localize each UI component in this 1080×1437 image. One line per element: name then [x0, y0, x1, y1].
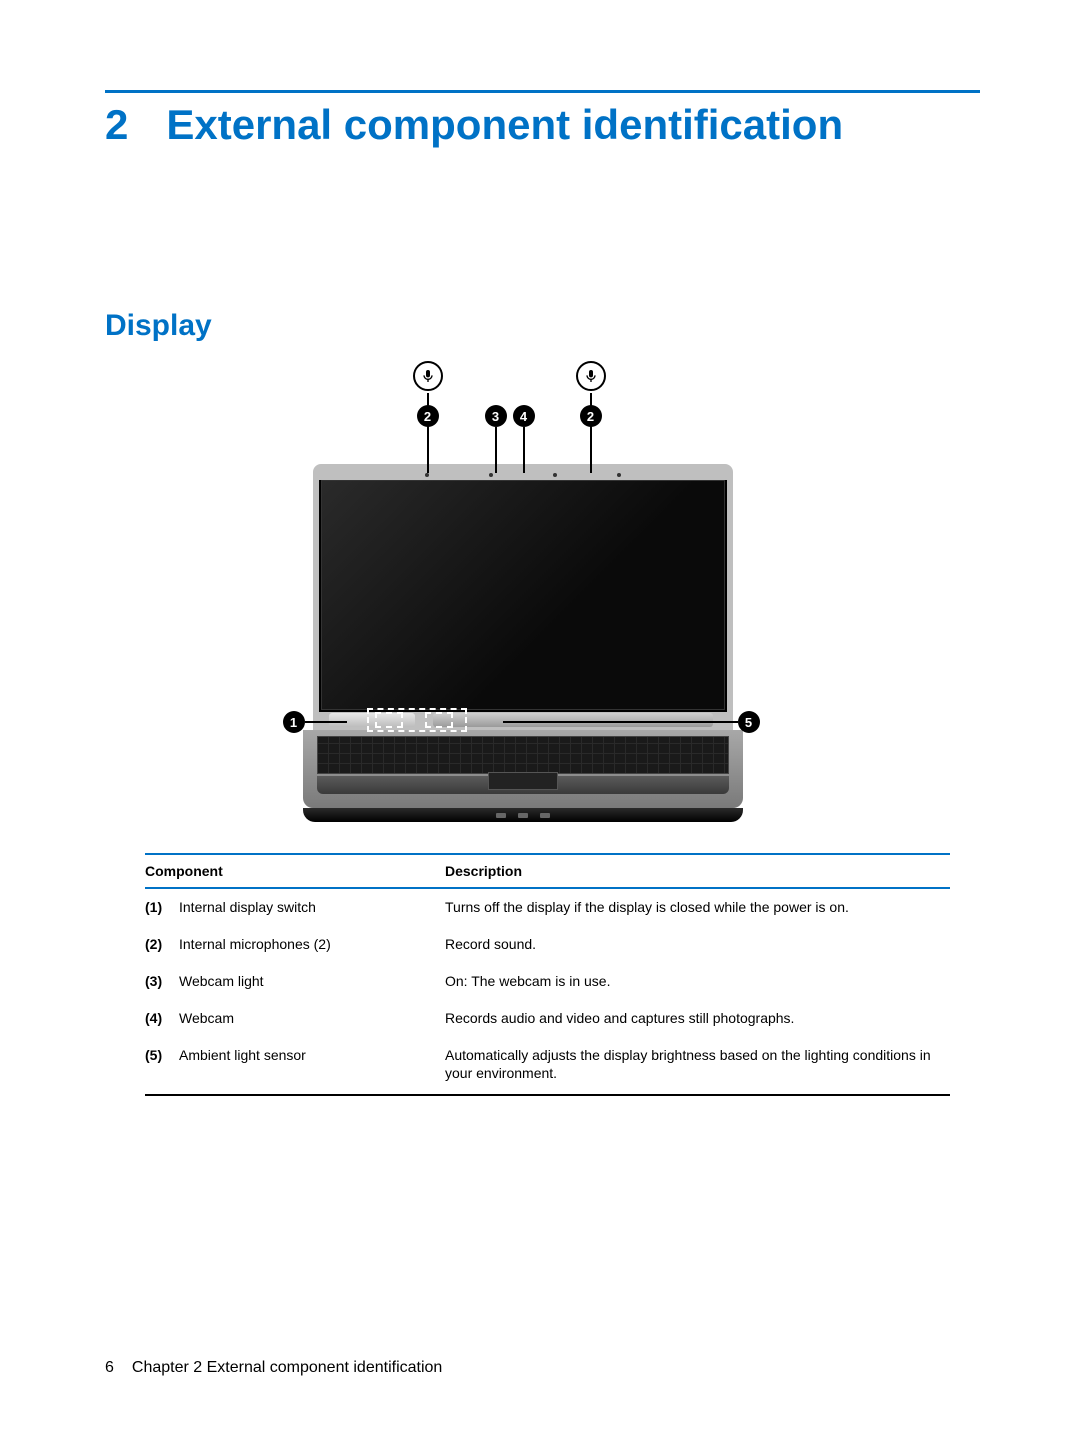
- cell-name: Internal display switch: [179, 898, 445, 917]
- callout-2: 2: [417, 405, 439, 427]
- callout-leader: [305, 721, 347, 723]
- bezel-dot: [489, 473, 493, 477]
- chapter-title: External component identification: [166, 101, 843, 149]
- microphone-icon: [576, 361, 606, 391]
- front-port: [518, 813, 528, 818]
- callout-leader: [495, 427, 497, 473]
- cell-name: Ambient light sensor: [179, 1046, 445, 1084]
- cell-num: (5): [145, 1046, 179, 1084]
- chapter-number: 2: [105, 101, 128, 149]
- laptop-illustration: [313, 464, 733, 800]
- laptop-base-outer: [313, 730, 733, 800]
- table-row: (1) Internal display switch Turns off th…: [145, 889, 950, 926]
- palm-rest: [317, 776, 729, 794]
- callout-4: 4: [513, 405, 535, 427]
- cell-desc: Record sound.: [445, 935, 950, 954]
- media-button-strip: [329, 713, 415, 727]
- cell-num: (1): [145, 898, 179, 917]
- callout-2: 2: [580, 405, 602, 427]
- component-table: Component Description (1) Internal displ…: [145, 853, 950, 1092]
- callout-leader: [503, 721, 738, 723]
- front-edge: [303, 808, 743, 822]
- front-port: [540, 813, 550, 818]
- callout-1: 1: [283, 711, 305, 733]
- cell-desc: Records audio and video and captures sti…: [445, 1009, 950, 1028]
- laptop-screen: [321, 480, 725, 710]
- laptop-lid: [313, 464, 733, 730]
- front-port: [496, 813, 506, 818]
- laptop-diagram: 2 3 4 2 1 5: [293, 361, 793, 831]
- microphone-icon: [413, 361, 443, 391]
- footer-text: Chapter 2 External component identificat…: [132, 1359, 442, 1377]
- callout-leader: [523, 427, 525, 473]
- cell-name: Webcam light: [179, 972, 445, 991]
- page-footer: 6 Chapter 2 External component identific…: [105, 1359, 442, 1377]
- table-row: (2) Internal microphones (2) Record soun…: [145, 926, 950, 963]
- bezel-dot: [425, 473, 429, 477]
- cell-desc: Automatically adjusts the display bright…: [445, 1046, 950, 1084]
- diagram-container: 2 3 4 2 1 5: [105, 361, 980, 831]
- callout-3: 3: [485, 405, 507, 427]
- cell-num: (4): [145, 1009, 179, 1028]
- chapter-heading: 2 External component identification: [105, 101, 980, 149]
- bezel-dot: [617, 473, 621, 477]
- cell-name: Webcam: [179, 1009, 445, 1028]
- table-header-description: Description: [445, 863, 950, 879]
- cell-desc: Turns off the display if the display is …: [445, 898, 950, 917]
- page-number: 6: [105, 1359, 114, 1377]
- top-rule: [105, 90, 980, 93]
- table-row: (5) Ambient light sensor Automatically a…: [145, 1037, 950, 1093]
- table-header-component: Component: [145, 863, 445, 879]
- table-row: (3) Webcam light On: The webcam is in us…: [145, 963, 950, 1000]
- section-heading: Display: [105, 309, 980, 343]
- laptop-base: [303, 730, 743, 808]
- laptop-keyboard: [317, 736, 729, 774]
- touchpad: [488, 772, 558, 790]
- table-row: (4) Webcam Records audio and video and c…: [145, 1000, 950, 1037]
- hinge-strip: [433, 713, 713, 727]
- cell-num: (3): [145, 972, 179, 991]
- cell-name: Internal microphones (2): [179, 935, 445, 954]
- table-bottom-rule: [145, 1094, 950, 1096]
- cell-desc: On: The webcam is in use.: [445, 972, 950, 991]
- bezel-dot: [553, 473, 557, 477]
- table-header-row: Component Description: [145, 855, 950, 889]
- callout-5: 5: [738, 711, 760, 733]
- cell-num: (2): [145, 935, 179, 954]
